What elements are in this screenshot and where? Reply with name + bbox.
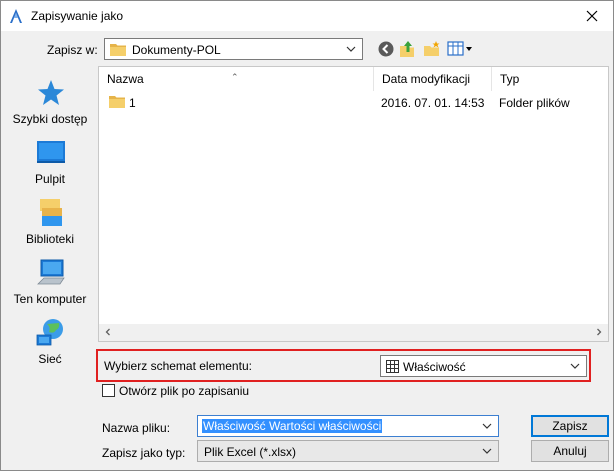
close-icon [586, 10, 598, 22]
file-list[interactable]: Nazwa ⌃ Data modyfikacji Typ 1 2016. 07.… [98, 66, 609, 342]
file-type-value: Plik Excel (*.xlsx) [204, 445, 297, 459]
element-schema-value: Właściwość [403, 360, 466, 374]
current-folder: Dokumenty-POL [132, 43, 221, 57]
title-bar: Zapisywanie jako [1, 1, 613, 31]
folder-icon [109, 96, 125, 108]
scroll-left-icon[interactable] [103, 327, 113, 337]
scroll-right-icon[interactable] [594, 327, 604, 337]
table-row[interactable]: 1 2016. 07. 01. 14:53 Folder plików [99, 93, 608, 113]
place-network[interactable]: Sieć [5, 318, 95, 374]
open-after-save-label[interactable]: Otwórz plik po zapisaniu [119, 384, 249, 398]
star-icon [38, 80, 64, 105]
row-modified: 2016. 07. 01. 14:53 [381, 96, 485, 110]
file-name-input[interactable]: Właściwość Wartości właściwości [197, 415, 499, 437]
computer-icon [37, 259, 65, 285]
file-type-label: Zapisz jako typ: [102, 446, 186, 460]
save-button[interactable]: Zapisz [531, 415, 609, 437]
file-name-value: Właściwość Wartości właściwości [202, 419, 383, 433]
chevron-down-icon[interactable] [481, 420, 493, 432]
file-name-label: Nazwa pliku: [102, 421, 171, 435]
libraries-icon [40, 199, 62, 226]
places-bar: Szybki dostęp Pulpit Biblioteki Ten komp… [5, 66, 95, 383]
save-in-dropdown[interactable]: Dokumenty-POL [104, 38, 363, 60]
up-folder-icon[interactable] [399, 40, 417, 58]
place-quick-access[interactable]: Szybki dostęp [5, 78, 95, 134]
cancel-button[interactable]: Anuluj [531, 440, 609, 462]
row-name: 1 [129, 96, 136, 110]
element-schema-label: Wybierz schemat elementu: [104, 359, 252, 373]
file-type-dropdown[interactable]: Plik Excel (*.xlsx) [197, 440, 499, 462]
app-logo-icon [10, 9, 22, 23]
back-icon[interactable] [377, 40, 395, 58]
sort-up-icon: ⌃ [231, 72, 239, 82]
place-desktop[interactable]: Pulpit [5, 138, 95, 194]
place-label: Ten komputer [13, 292, 87, 306]
view-menu-icon[interactable] [447, 40, 473, 58]
new-folder-icon[interactable] [423, 40, 441, 58]
column-header-date[interactable]: Data modyfikacji [374, 67, 492, 91]
window-title: Zapisywanie jako [31, 9, 124, 23]
desktop-icon [37, 141, 65, 163]
place-label: Pulpit [34, 172, 66, 186]
network-icon [36, 319, 63, 346]
place-label: Biblioteki [25, 232, 75, 246]
element-schema-group: Wybierz schemat elementu: Właściwość [96, 349, 591, 382]
place-this-pc[interactable]: Ten komputer [5, 258, 95, 314]
place-libraries[interactable]: Biblioteki [5, 198, 95, 254]
place-label: Szybki dostęp [12, 112, 88, 126]
chevron-down-icon [570, 363, 580, 369]
chevron-down-icon [346, 46, 356, 52]
save-as-dialog: Zapisywanie jako Zapisz w: Dokumenty-POL [0, 0, 614, 471]
row-type: Folder plików [499, 96, 570, 110]
save-in-label: Zapisz w: [47, 43, 98, 57]
chevron-down-icon [482, 448, 492, 454]
table-grid-icon [386, 360, 399, 373]
open-after-save-checkbox[interactable] [102, 384, 115, 397]
folder-icon [110, 44, 126, 56]
element-schema-dropdown[interactable]: Właściwość [380, 355, 587, 377]
close-button[interactable] [583, 7, 601, 25]
place-label: Sieć [38, 352, 62, 366]
horizontal-scrollbar[interactable] [99, 324, 608, 341]
column-header-name[interactable]: Nazwa ⌃ [99, 67, 374, 91]
column-header-type[interactable]: Typ [492, 67, 608, 91]
